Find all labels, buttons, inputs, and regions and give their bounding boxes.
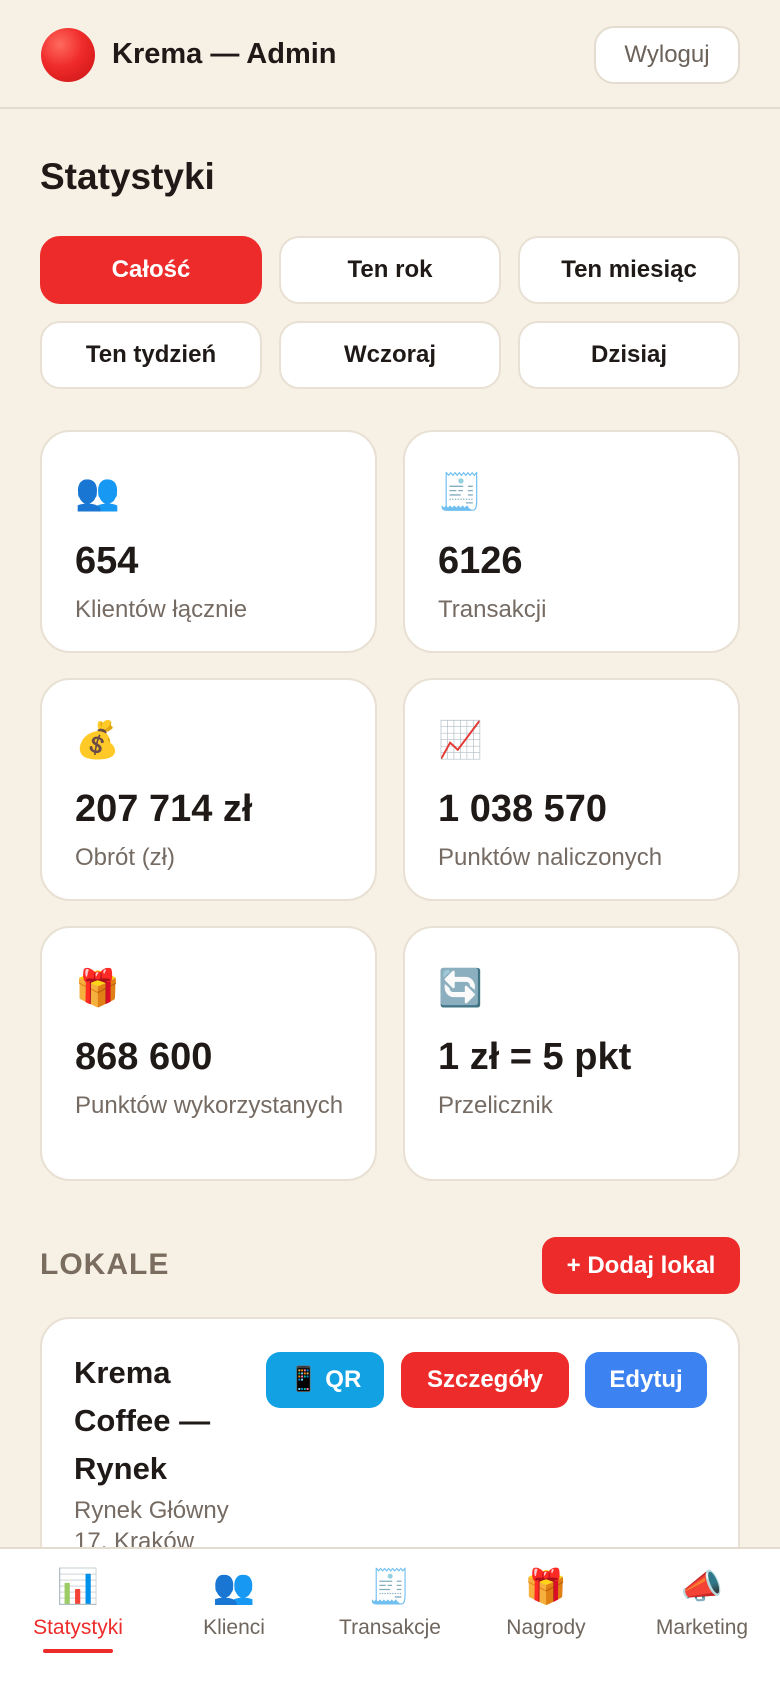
- add-location-button[interactable]: + Dodaj lokal: [542, 1237, 740, 1294]
- nav-item-marketing[interactable]: 📣 Marketing: [624, 1549, 780, 1688]
- people-icon: 👥: [212, 1568, 256, 1606]
- app-root: Krema — Admin Wyloguj Statystyki Całość …: [0, 0, 780, 1688]
- stat-value: 6126: [438, 540, 523, 582]
- filter-all-time[interactable]: Całość: [40, 236, 262, 304]
- qr-button-label: QR: [325, 1366, 362, 1393]
- stat-label: Klientów łącznie: [75, 596, 248, 623]
- filter-this-year[interactable]: Ten rok: [279, 236, 501, 304]
- stat-card-turnover: 💰 207 714 zł Obrót (zł): [40, 678, 377, 901]
- active-tab-indicator: [43, 1649, 113, 1653]
- stat-label: Punktów wykorzystanych: [75, 1092, 344, 1119]
- nav-item-label: Klienci: [203, 1616, 265, 1639]
- chart-up-icon: 📈: [438, 719, 483, 760]
- nav-item-clients[interactable]: 👥 Klienci: [156, 1549, 312, 1688]
- nav-item-label: Statystyki: [33, 1616, 123, 1639]
- stat-value: 868 600: [75, 1036, 213, 1078]
- megaphone-icon: 📣: [680, 1568, 724, 1606]
- top-header: Krema — Admin Wyloguj: [0, 0, 780, 109]
- filter-today[interactable]: Dzisiaj: [518, 321, 740, 389]
- gift-icon: 🎁: [75, 967, 120, 1008]
- app-title: Krema — Admin: [112, 38, 337, 70]
- filter-yesterday[interactable]: Wczoraj: [279, 321, 501, 389]
- gift-icon: 🎁: [524, 1568, 568, 1606]
- qr-button[interactable]: 📱 QR: [266, 1352, 384, 1408]
- stat-card-points-earned: 📈 1 038 570 Punktów naliczonych: [403, 678, 740, 901]
- stat-label: Transakcji: [438, 596, 547, 623]
- nav-item-label: Marketing: [655, 1616, 749, 1639]
- nav-item-transactions[interactable]: 🧾 Transakcje: [312, 1549, 468, 1688]
- receipt-icon: 🧾: [368, 1568, 412, 1606]
- stat-card-clients: 👥 654 Klientów łącznie: [40, 430, 377, 653]
- stat-label: Przelicznik: [438, 1092, 553, 1119]
- page-title: Statystyki: [40, 156, 215, 197]
- filter-this-month[interactable]: Ten miesiąc: [518, 236, 740, 304]
- stat-card-conversion-rate: 🔄 1 zł = 5 pkt Przelicznik: [403, 926, 740, 1181]
- money-bag-icon: 💰: [75, 719, 120, 760]
- nav-item-statistics[interactable]: 📊 Statystyki: [0, 1549, 156, 1688]
- receipt-icon: 🧾: [438, 471, 483, 512]
- stat-card-transactions: 🧾 6126 Transakcji: [403, 430, 740, 653]
- stat-value: 1 038 570: [438, 788, 608, 830]
- bar-chart-icon: 📊: [56, 1568, 100, 1606]
- edit-button[interactable]: Edytuj: [585, 1352, 707, 1408]
- bottom-nav: 📊 Statystyki 👥 Klienci 🧾 Transakcje 🎁 Na…: [0, 1547, 780, 1688]
- locations-section-title: LOKALE: [40, 1248, 170, 1281]
- logo-icon: [41, 28, 95, 82]
- nav-item-label: Nagrody: [506, 1616, 586, 1639]
- logout-button[interactable]: Wyloguj: [594, 26, 740, 84]
- stat-card-points-used: 🎁 868 600 Punktów wykorzystanych: [40, 926, 377, 1181]
- stat-value: 207 714 zł: [75, 788, 253, 830]
- nav-item-rewards[interactable]: 🎁 Nagrody: [468, 1549, 624, 1688]
- filter-this-week[interactable]: Ten tydzień: [40, 321, 262, 389]
- stat-label: Punktów naliczonych: [438, 844, 663, 871]
- stat-value: 654: [75, 540, 139, 582]
- stat-label: Obrót (zł): [75, 844, 176, 871]
- refresh-icon: 🔄: [438, 967, 483, 1008]
- details-button[interactable]: Szczegóły: [401, 1352, 569, 1408]
- location-name: Krema Coffee — Rynek: [74, 1355, 211, 1486]
- people-icon: 👥: [75, 471, 120, 512]
- phone-icon: 📱: [288, 1366, 319, 1393]
- nav-item-label: Transakcje: [339, 1616, 441, 1639]
- stat-value: 1 zł = 5 pkt: [438, 1036, 632, 1078]
